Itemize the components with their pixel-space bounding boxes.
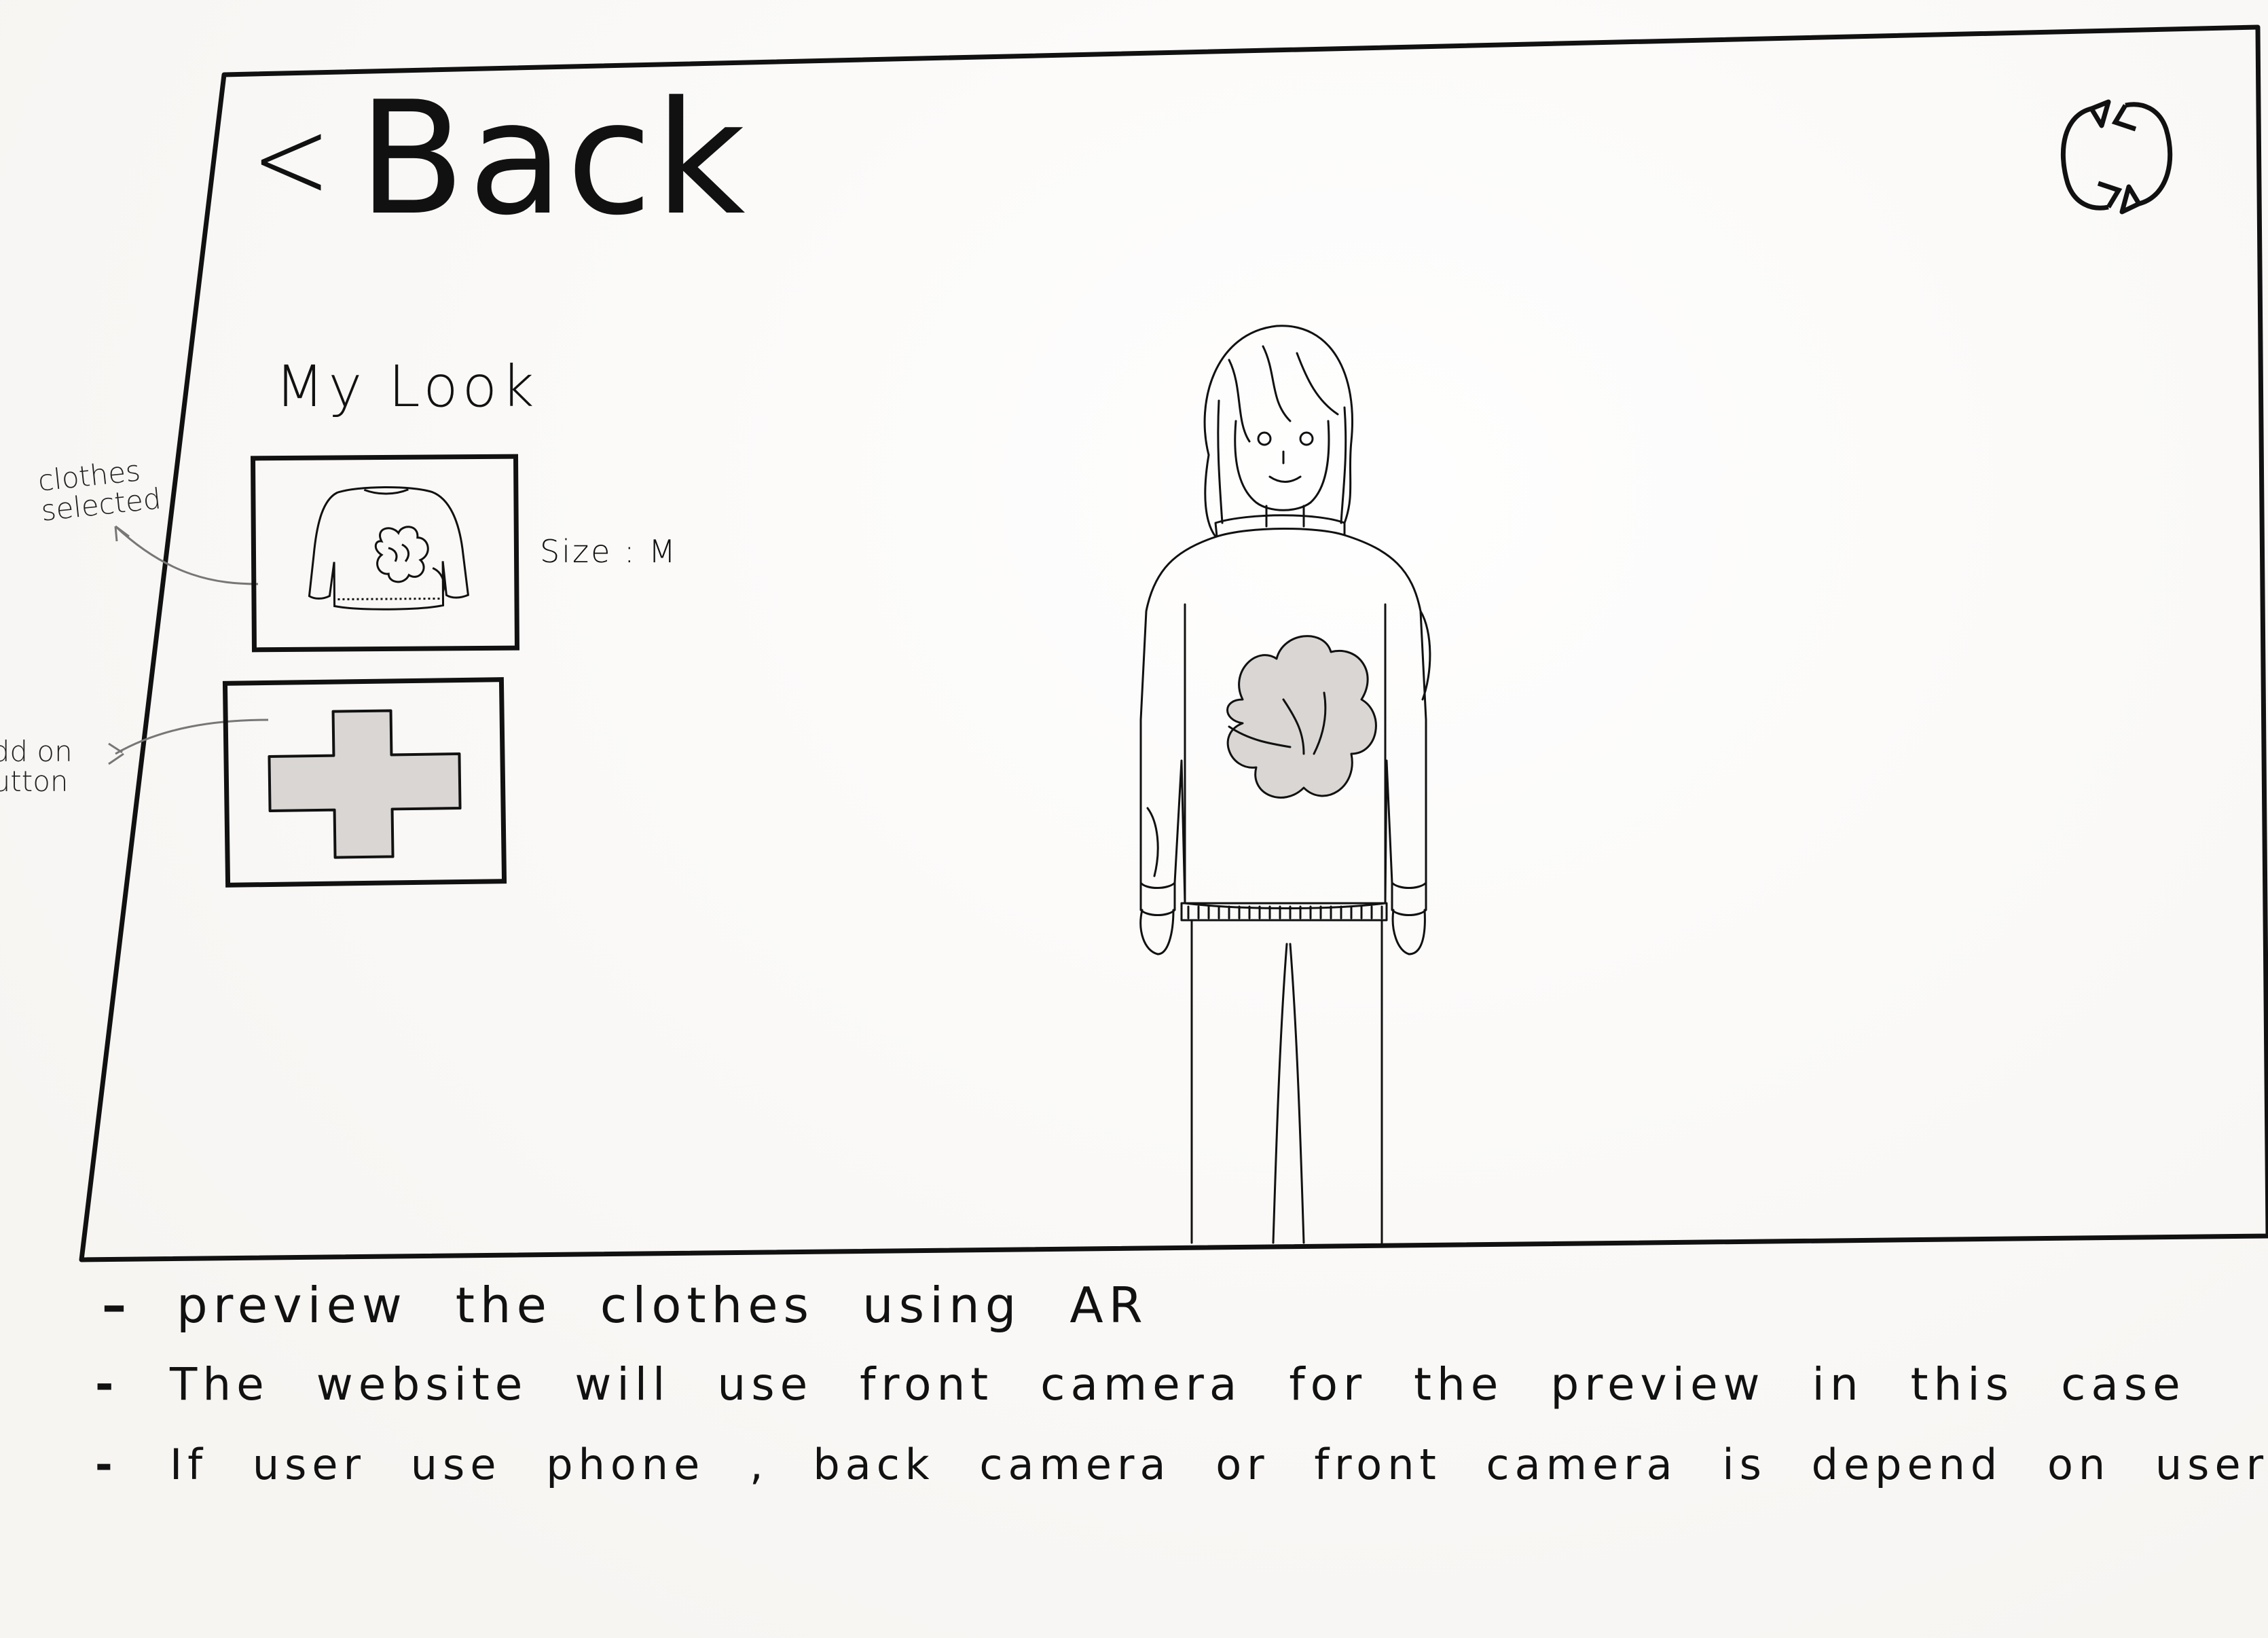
note-item: – preview the clothes using AR — [102, 1277, 1148, 1334]
plus-icon — [268, 709, 462, 859]
add-clothes-button[interactable] — [222, 677, 507, 888]
refresh-icon[interactable] — [2044, 88, 2187, 224]
annotation-add-button: add on button — [0, 735, 73, 799]
annotation-clothes-selected: clothes selected — [36, 454, 163, 528]
note-text: preview the clothes using AR — [177, 1277, 1148, 1334]
back-label: Back — [358, 69, 748, 250]
note-item: - If user use phone , back camera or fro… — [95, 1440, 2268, 1489]
size-label: Size : M — [540, 533, 678, 570]
my-look-title: My Look — [275, 353, 538, 420]
back-button[interactable]: < Back — [251, 81, 748, 238]
chevron-left-icon: < — [251, 92, 331, 226]
sketch-page: < Back My Look Size : M clothes selected… — [0, 0, 2268, 1638]
ar-preview-figure — [1073, 319, 1453, 1250]
note-text: If user use phone , back camera or front… — [170, 1440, 2268, 1489]
note-text: The website will use front camera for th… — [170, 1358, 2186, 1410]
person-figure — [1139, 325, 1431, 1244]
note-item: - The website will use front camera for … — [95, 1358, 2186, 1410]
selected-clothes-tile[interactable] — [250, 454, 520, 653]
sweater-icon — [308, 486, 470, 611]
